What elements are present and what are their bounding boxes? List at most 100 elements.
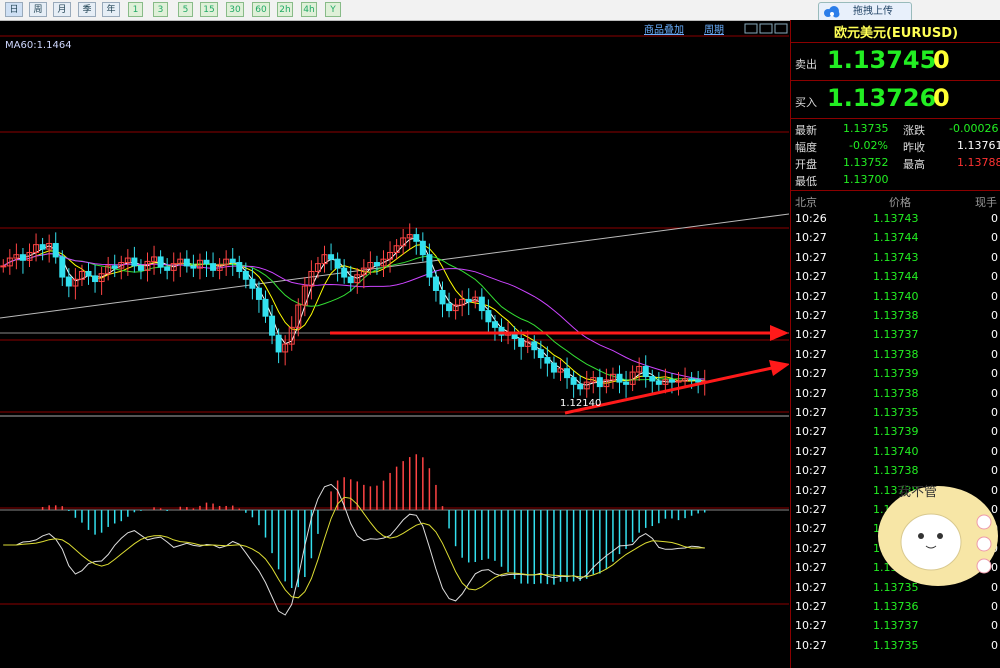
tick-price: 1.13738	[873, 464, 919, 478]
tick-time: 10:27	[795, 386, 827, 400]
buy-price-tail: 0	[933, 84, 950, 112]
period-button[interactable]: 日	[5, 2, 23, 17]
tick-row[interactable]: 10:27 1.13736 0	[791, 598, 1000, 617]
tick-row[interactable]: 10:27 1.13737 0	[791, 617, 1000, 636]
tick-time: 10:27	[795, 367, 827, 381]
candle-body	[649, 376, 656, 382]
tick-row[interactable]: 10:27 1.13737 0	[791, 326, 1000, 345]
tick-vol: 0	[991, 600, 998, 613]
tick-price: 1.13738	[873, 386, 919, 400]
tick-time: 10:27	[795, 231, 827, 245]
tick-row[interactable]: 10:27 1.13744 0	[791, 229, 1000, 248]
tick-row[interactable]: 10:26 1.13743 0	[791, 210, 1000, 229]
candle-body	[52, 243, 59, 258]
sell-quote-row[interactable]: 卖出 1.13745 0	[791, 42, 1000, 81]
candle-body	[164, 266, 171, 271]
candle-body	[131, 257, 138, 267]
stats-block: 最新 1.13735 涨跌 -0.00026 幅度 -0.02% 昨收 1.13…	[791, 118, 1000, 191]
restore-icon[interactable]	[744, 23, 758, 34]
ma60-label: MA60:1.1464	[5, 40, 72, 51]
tick-vol: 0	[991, 367, 998, 381]
tick-time: 10:27	[795, 425, 827, 439]
tick-price: 1.13736	[873, 600, 919, 613]
tick-row[interactable]: 10:27 1.13739 0	[791, 423, 1000, 442]
candle-body	[426, 254, 433, 278]
tick-row[interactable]: 10:27 1.13735 0	[791, 404, 1000, 423]
candle-body	[190, 265, 197, 269]
tick-time: 10:27	[795, 444, 827, 458]
maximize-icon[interactable]	[774, 23, 788, 34]
period-button[interactable]: 季	[78, 2, 96, 17]
tick-row[interactable]: 10:27 1.13739 0	[791, 365, 1000, 384]
candle-body	[269, 315, 276, 336]
candle-body	[39, 244, 46, 250]
tick-time: 10:27	[795, 503, 827, 516]
tick-price: 1.13739	[873, 367, 919, 381]
candle-body	[596, 377, 603, 388]
candle-body	[249, 278, 256, 289]
period-button[interactable]: 4h	[301, 2, 317, 17]
tick-time: 10:27	[795, 464, 827, 478]
range-value: -0.02%	[849, 139, 888, 152]
period-button[interactable]: 60	[252, 2, 270, 17]
candle-body	[328, 254, 335, 260]
period-button[interactable]: Y	[325, 2, 341, 17]
candle-body	[432, 276, 439, 291]
candle-body	[446, 303, 453, 312]
period-button[interactable]: 2h	[277, 2, 293, 17]
tick-price: 1.13740	[873, 444, 919, 458]
sell-price-tail: 0	[933, 46, 950, 74]
open-value: 1.13752	[843, 156, 889, 169]
tick-vol: 0	[991, 464, 998, 478]
period-button[interactable]: 30	[226, 2, 244, 17]
candle-body	[262, 298, 269, 317]
tick-row[interactable]: 10:27 1.13738 0	[791, 346, 1000, 365]
period-link[interactable]: 周期	[704, 21, 724, 36]
tick-vol: 0	[991, 328, 998, 342]
candle-body	[65, 276, 72, 287]
minimize-icon[interactable]	[759, 23, 773, 34]
tick-vol: 0	[991, 212, 998, 225]
period-button[interactable]: 年	[102, 2, 120, 17]
tick-row[interactable]: 10:27 1.13738 0	[791, 385, 1000, 404]
candle-body	[478, 296, 485, 312]
period-button[interactable]: 15	[200, 2, 218, 17]
tick-price: 1.13744	[873, 231, 919, 245]
candle-body	[485, 310, 492, 323]
period-button[interactable]: 5	[178, 2, 193, 17]
overlay-link[interactable]: 商品叠加	[644, 21, 684, 36]
candle-body	[236, 262, 243, 272]
period-button[interactable]: 周	[29, 2, 47, 17]
sticker-text: 我不管	[898, 485, 937, 500]
tick-vol: 0	[991, 347, 998, 361]
candle-body	[537, 349, 544, 359]
paw-icon	[976, 514, 992, 530]
tick-price: 1.13737	[873, 619, 919, 633]
tick-time: 10:27	[795, 309, 827, 322]
candle-body	[642, 365, 649, 378]
candle-body	[570, 377, 577, 385]
cloud-upload-button[interactable]: 拖拽上传	[818, 2, 912, 22]
tick-row[interactable]: 10:27 1.13738 0	[791, 307, 1000, 326]
tick-row[interactable]: 10:27 1.13744 0	[791, 268, 1000, 287]
tick-row[interactable]: 10:27 1.13740 0	[791, 443, 1000, 462]
tick-row[interactable]: 10:27 1.13743 0	[791, 249, 1000, 268]
kline-chart[interactable]	[0, 20, 789, 668]
candle-body	[183, 258, 190, 267]
candle-body	[623, 381, 630, 385]
period-button[interactable]: 1	[128, 2, 143, 17]
tick-time: 10:27	[795, 600, 827, 613]
buy-label: 买入	[795, 96, 817, 109]
chart-canvas	[0, 35, 789, 616]
change-label: 涨跌	[903, 124, 925, 137]
tick-row[interactable]: 10:27 1.13735 0	[791, 637, 1000, 656]
tick-vol: 0	[991, 289, 998, 303]
period-button[interactable]: 3	[153, 2, 168, 17]
tick-row[interactable]: 10:27 1.13740 0	[791, 288, 1000, 307]
tick-price: 1.13737	[873, 328, 919, 342]
period-button[interactable]: 月	[53, 2, 71, 17]
buy-quote-row[interactable]: 买入 1.13726 0	[791, 80, 1000, 119]
tick-time: 10:27	[795, 561, 827, 575]
candle-body	[255, 287, 262, 300]
candle-body	[544, 357, 551, 364]
